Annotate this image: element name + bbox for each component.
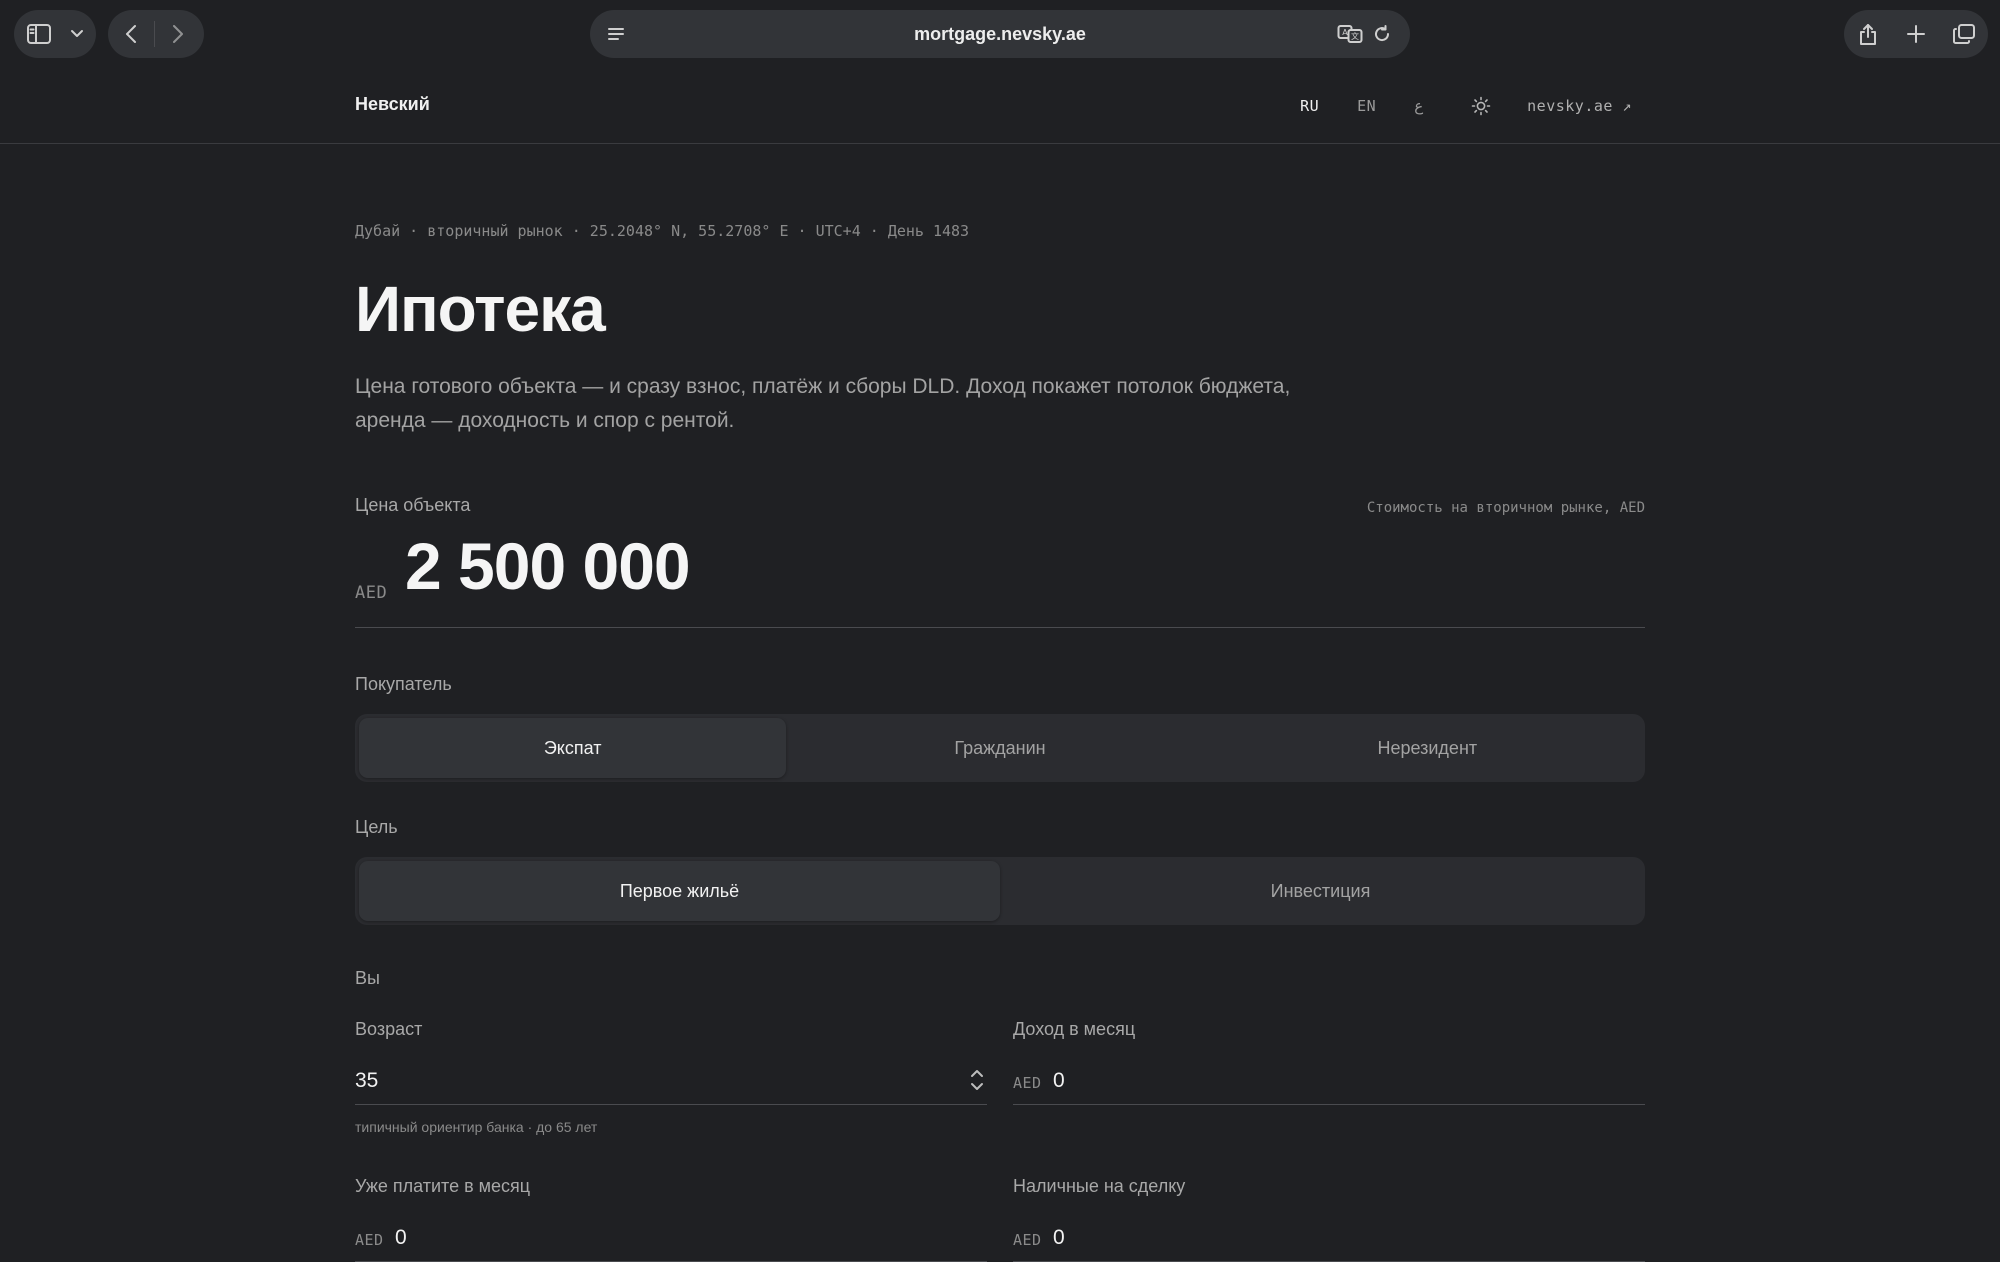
navigation-group <box>108 10 204 58</box>
paying-value[interactable]: 0 <box>395 1226 407 1250</box>
site-header: Невский RU EN ع nevsky.ae ↗ <box>0 70 2000 144</box>
buyer-option-citizen[interactable]: Гражданин <box>786 718 1213 778</box>
income-label: Доход в месяц <box>1013 1019 1136 1039</box>
paying-currency: AED <box>355 1231 384 1249</box>
goal-option-investment[interactable]: Инвестиция <box>1000 861 1641 921</box>
cash-currency: AED <box>1013 1231 1042 1249</box>
buyer-option-nonresident[interactable]: Нерезидент <box>1214 718 1641 778</box>
goal-selector: Первое жильё Инвестиция <box>355 857 1645 925</box>
location-meta: Дубай · вторичный рынок · 25.2048° N, 55… <box>355 222 970 240</box>
you-section-label: Вы <box>355 968 380 988</box>
income-input[interactable]: AED 0 <box>1013 1047 1645 1105</box>
reload-icon[interactable] <box>1370 10 1394 58</box>
external-site-link[interactable]: nevsky.ae ↗ <box>1527 97 1632 115</box>
price-input[interactable]: AED 2 500 000 <box>355 528 1645 628</box>
svg-text:A: A <box>1342 28 1348 37</box>
lang-en[interactable]: EN <box>1357 97 1376 115</box>
cash-field: Наличные на сделку AED 0 <box>1013 1176 1645 1262</box>
buyer-selector: Экспат Гражданин Нерезидент <box>355 714 1645 782</box>
address-bar[interactable]: mortgage.nevsky.ae A文 <box>590 10 1410 58</box>
paying-field: Уже платите в месяц AED 0 <box>355 1176 987 1262</box>
age-stepper-icon[interactable] <box>969 1067 985 1098</box>
tabs-overview-icon[interactable] <box>1940 10 1988 58</box>
income-value[interactable]: 0 <box>1053 1069 1065 1093</box>
price-currency: AED <box>355 583 388 603</box>
goal-label: Цель <box>355 817 398 837</box>
svg-text:文: 文 <box>1351 31 1359 41</box>
sidebar-icon[interactable] <box>14 10 64 58</box>
translate-icon[interactable]: A文 <box>1336 10 1364 58</box>
cash-input[interactable]: AED 0 <box>1013 1204 1645 1262</box>
brand-logo[interactable]: Невский <box>355 94 430 115</box>
age-label: Возраст <box>355 1019 423 1039</box>
window-actions-group <box>1844 10 1988 58</box>
lang-ar[interactable]: ع <box>1414 97 1423 115</box>
back-icon[interactable] <box>108 10 154 58</box>
share-icon[interactable] <box>1844 10 1892 58</box>
paying-label: Уже платите в месяц <box>355 1176 531 1196</box>
paying-input[interactable]: AED 0 <box>355 1204 987 1262</box>
buyer-option-expat[interactable]: Экспат <box>359 718 787 778</box>
price-label: Цена объекта <box>355 495 471 515</box>
income-field: Доход в месяц AED 0 <box>1013 1019 1645 1105</box>
page-description: Цена готового объекта — и сразу взнос, п… <box>355 375 1291 432</box>
sidebar-toggle-group <box>14 10 96 58</box>
age-input[interactable]: 35 <box>355 1047 987 1105</box>
age-field: Возраст 35 типичный ориентир банка · до … <box>355 1019 987 1135</box>
forward-icon[interactable] <box>155 10 201 58</box>
lang-ru[interactable]: RU <box>1300 97 1319 115</box>
header-nav: RU EN ع nevsky.ae ↗ <box>1300 96 1632 116</box>
new-tab-icon[interactable] <box>1892 10 1940 58</box>
cash-value[interactable]: 0 <box>1053 1226 1065 1250</box>
browser-toolbar: mortgage.nevsky.ae A文 <box>0 0 2000 70</box>
url-text: mortgage.nevsky.ae <box>914 24 1086 44</box>
age-hint: типичный ориентир банка · до 65 лет <box>355 1119 598 1135</box>
chevron-down-icon[interactable] <box>64 10 90 58</box>
price-value[interactable]: 2 500 000 <box>405 528 691 604</box>
goal-option-first-home[interactable]: Первое жильё <box>359 861 1000 921</box>
price-hint: Стоимость на вторичном рынке, AED <box>1366 500 1645 516</box>
income-currency: AED <box>1013 1074 1042 1092</box>
buyer-label: Покупатель <box>355 674 452 694</box>
theme-toggle-sun-icon[interactable] <box>1471 96 1491 116</box>
age-value[interactable]: 35 <box>355 1069 378 1093</box>
cash-label: Наличные на сделку <box>1013 1176 1186 1196</box>
page-title: Ипотека <box>355 273 606 345</box>
